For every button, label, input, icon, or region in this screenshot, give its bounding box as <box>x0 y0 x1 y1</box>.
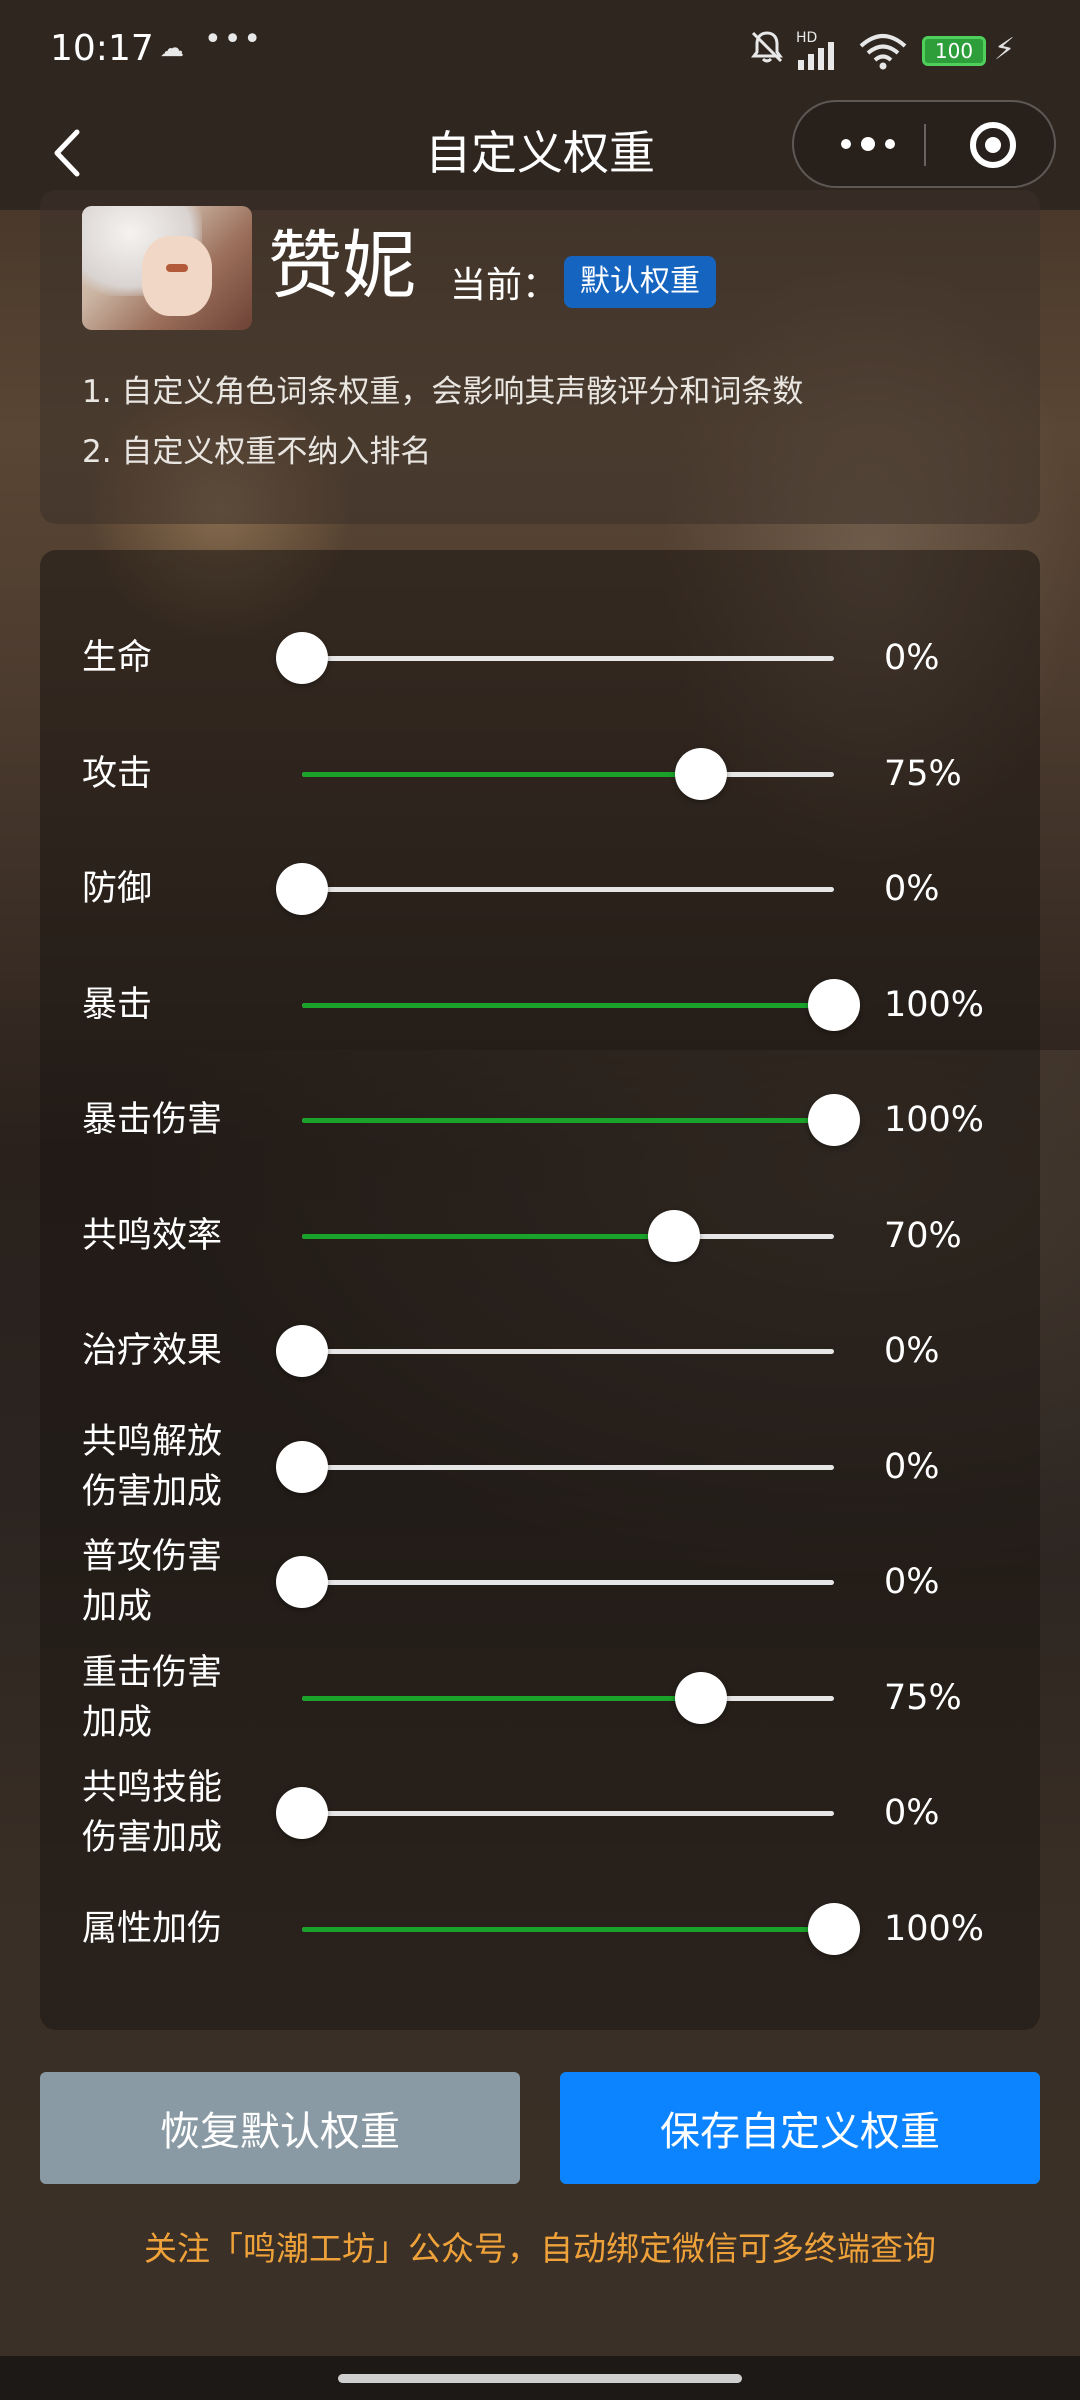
weight-slider[interactable] <box>276 632 834 684</box>
dot <box>885 139 895 149</box>
slider-row: 防御 0% <box>40 831 1040 947</box>
slider-row: 攻击 75% <box>40 716 1040 832</box>
slider-label: 攻击 <box>82 753 153 794</box>
slider-thumb[interactable] <box>675 1671 727 1724</box>
slider-fill <box>302 1118 834 1123</box>
weight-slider[interactable] <box>302 1671 834 1724</box>
slider-row: 治疗效果 0% <box>40 1293 1040 1409</box>
slider-label: 治疗效果 <box>82 1331 223 1371</box>
reset-default-button[interactable]: 恢复默认权重 <box>40 2072 520 2184</box>
slider-thumb[interactable] <box>276 1440 328 1493</box>
slider-value: 0% <box>884 638 940 678</box>
slider-label: 生命 <box>82 638 153 678</box>
more-icon: ••• <box>204 22 264 57</box>
cloud-icon: ☁ <box>160 34 184 62</box>
weight-slider[interactable] <box>302 978 860 1031</box>
dot <box>861 137 875 151</box>
slider-row: 共鸣效率 70% <box>40 1178 1040 1294</box>
slider-thumb[interactable] <box>276 1556 328 1608</box>
slider-label: 重击伤害 加成 <box>82 1652 223 1743</box>
slider-value: 75% <box>884 1677 962 1718</box>
slider-row: 重击伤害 加成 75% <box>40 1640 1040 1756</box>
slider-fill <box>302 1926 834 1932</box>
weight-slider[interactable] <box>276 1556 834 1608</box>
slider-label: 共鸣效率 <box>82 1215 223 1256</box>
footer-tip: 关注「鸣潮工坊」公众号，自动绑定微信可多终端查询 <box>144 2229 936 2268</box>
save-custom-button[interactable]: 保存自定义权重 <box>560 2072 1040 2184</box>
character-name: 赞妮 <box>268 223 416 309</box>
slider-value: 0% <box>884 1562 940 1602</box>
slider-fill <box>302 1002 834 1008</box>
weight-sliders-card: 生命 0% 攻击 75% 防御 0% 暴击 100% 暴击伤害 100% 共鸣效率 70% 治疗效果 0%… <box>40 550 1040 2030</box>
slider-label: 普攻伤害 加成 <box>82 1537 223 1627</box>
current-weight-label: 当前： <box>450 265 559 306</box>
slider-fill <box>302 1695 701 1701</box>
character-header-card: 赞妮 当前： 默认权重 1. 自定义角色词条权重，会影响其声骸评分和词条数 2.… <box>40 190 1040 524</box>
close-mini-program-button[interactable] <box>970 122 1016 168</box>
slider-thumb[interactable] <box>675 747 727 800</box>
slider-value: 100% <box>884 984 985 1025</box>
slider-row: 共鸣解放 伤害加成 0% <box>40 1409 1040 1525</box>
slider-value: 100% <box>884 1908 985 1949</box>
slider-fill <box>302 771 701 777</box>
dot <box>841 139 851 149</box>
status-bar: 10:17 ☁ ••• HD 100 ⚡ <box>0 0 1080 100</box>
character-avatar <box>82 206 252 330</box>
slider-value: 0% <box>884 869 940 909</box>
slider-value: 0% <box>884 1446 940 1487</box>
signal-icon <box>796 40 842 78</box>
wifi-icon <box>858 32 908 78</box>
weight-slider[interactable] <box>302 1094 860 1146</box>
slider-value: 75% <box>884 753 962 794</box>
charging-icon: ⚡ <box>994 32 1016 67</box>
slider-thumb[interactable] <box>648 1209 701 1262</box>
slider-value: 0% <box>884 1793 940 1833</box>
slider-fill <box>302 1233 675 1239</box>
slider-label: 暴击 <box>82 984 153 1025</box>
slider-row: 属性加伤 100% <box>40 1871 1040 1987</box>
slider-row: 生命 0% <box>40 600 1040 716</box>
slider-thumb[interactable] <box>808 1902 860 1955</box>
slider-thumb[interactable] <box>276 1325 328 1377</box>
slider-thumb[interactable] <box>276 632 328 684</box>
note-line: 2. 自定义权重不纳入排名 <box>82 434 432 470</box>
slider-label: 共鸣技能 伤害加成 <box>82 1768 223 1858</box>
weight-slider[interactable] <box>302 1209 834 1262</box>
slider-label: 属性加伤 <box>82 1908 223 1949</box>
weight-slider[interactable] <box>302 1902 860 1955</box>
silent-bell-icon <box>748 28 786 74</box>
slider-label: 防御 <box>82 869 153 909</box>
status-time: 10:17 <box>50 28 154 69</box>
note-line: 1. 自定义角色词条权重，会影响其声骸评分和词条数 <box>82 374 804 410</box>
capsule-divider <box>924 124 926 166</box>
slider-thumb[interactable] <box>276 863 328 915</box>
slider-label: 共鸣解放 伤害加成 <box>82 1421 223 1512</box>
mini-program-capsule <box>792 100 1056 188</box>
battery-level: 100 <box>934 39 974 63</box>
slider-value: 70% <box>884 1215 962 1256</box>
weight-badge: 默认权重 <box>564 256 716 308</box>
weight-slider[interactable] <box>276 863 834 915</box>
battery-icon: 100 <box>922 36 986 66</box>
slider-value: 100% <box>884 1100 985 1140</box>
slider-row: 共鸣技能 伤害加成 0% <box>40 1755 1040 1871</box>
weight-slider[interactable] <box>276 1440 834 1493</box>
slider-thumb[interactable] <box>808 978 860 1031</box>
slider-row: 普攻伤害 加成 0% <box>40 1524 1040 1640</box>
weight-slider[interactable] <box>276 1325 834 1377</box>
slider-label: 暴击伤害 <box>82 1100 223 1140</box>
slider-thumb[interactable] <box>808 1094 860 1146</box>
slider-row: 暴击 100% <box>40 947 1040 1063</box>
more-options-button[interactable] <box>828 102 908 186</box>
home-indicator[interactable] <box>338 2374 742 2383</box>
weight-slider[interactable] <box>302 747 834 800</box>
slider-value: 0% <box>884 1331 940 1371</box>
slider-row: 暴击伤害 100% <box>40 1062 1040 1178</box>
weight-slider[interactable] <box>276 1787 834 1839</box>
slider-thumb[interactable] <box>276 1787 328 1839</box>
